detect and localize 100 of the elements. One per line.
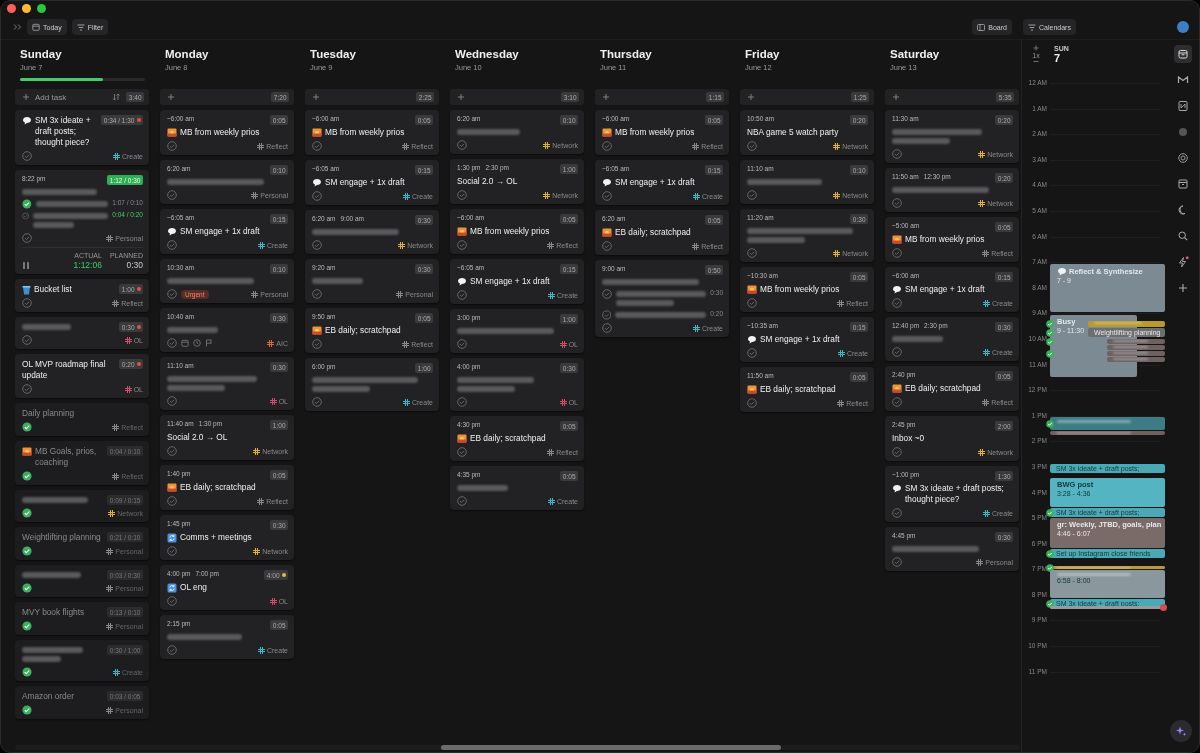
completed-check-icon[interactable] (22, 546, 32, 556)
check-circle-icon[interactable] (22, 211, 30, 221)
check-circle-icon[interactable] (892, 198, 902, 208)
check-circle-icon[interactable] (892, 508, 902, 518)
check-circle-icon[interactable] (602, 310, 612, 320)
check-circle-icon[interactable] (892, 149, 902, 159)
check-circle-icon[interactable] (602, 241, 612, 251)
calendar-event[interactable] (1107, 357, 1165, 362)
check-circle-icon[interactable] (312, 289, 322, 299)
filter-icon (76, 23, 85, 31)
minimize-button[interactable] (22, 3, 31, 13)
sunrise-icon (602, 128, 612, 137)
completed-check-icon[interactable] (1046, 328, 1054, 337)
task-title: MB from weekly prios (760, 284, 840, 295)
completed-check-icon[interactable] (1046, 349, 1054, 358)
check-circle-icon[interactable] (892, 347, 902, 357)
check-circle-icon[interactable] (312, 339, 322, 349)
check-circle-icon[interactable] (167, 190, 177, 200)
check-circle-icon[interactable] (167, 496, 177, 506)
check-circle-icon[interactable] (892, 298, 902, 308)
check-circle-icon[interactable] (22, 151, 32, 161)
avatar[interactable] (1177, 21, 1189, 33)
speech-bubble-icon (457, 277, 467, 286)
check-circle-icon[interactable] (457, 190, 467, 200)
check-circle-icon[interactable] (312, 141, 322, 151)
completed-check-icon[interactable] (22, 199, 32, 209)
calendar-event[interactable] (1107, 339, 1165, 344)
sunrise-icon (892, 384, 902, 393)
check-circle-icon[interactable] (167, 645, 177, 655)
check-circle-icon[interactable] (167, 240, 177, 250)
completed-check-icon[interactable] (1046, 599, 1054, 608)
completed-check-icon[interactable] (22, 667, 32, 677)
completed-check-icon[interactable] (1046, 419, 1054, 428)
check-circle-icon[interactable] (312, 240, 322, 250)
check-circle-icon[interactable] (167, 141, 177, 151)
completed-check-icon[interactable] (22, 471, 32, 481)
check-circle-icon[interactable] (602, 289, 612, 299)
check-circle-icon[interactable] (22, 335, 32, 345)
check-circle-icon[interactable] (602, 323, 612, 333)
sunrise-icon (602, 228, 612, 237)
completed-check-icon[interactable] (1046, 563, 1054, 572)
check-circle-icon[interactable] (312, 397, 322, 407)
clock-icon (193, 339, 201, 347)
check-circle-icon[interactable] (747, 298, 757, 308)
calendar-event[interactable] (1107, 351, 1165, 356)
check-circle-icon[interactable] (892, 447, 902, 457)
check-circle-icon[interactable] (457, 397, 467, 407)
assistant-button[interactable] (1170, 720, 1192, 742)
check-circle-icon[interactable] (602, 141, 612, 151)
check-circle-icon[interactable] (167, 546, 177, 556)
check-circle-icon[interactable] (747, 141, 757, 151)
completed-check-icon[interactable] (22, 705, 32, 715)
check-circle-icon[interactable] (22, 384, 32, 394)
check-circle-icon[interactable] (747, 348, 757, 358)
check-circle-icon[interactable] (602, 191, 612, 201)
calendar-event[interactable] (1107, 345, 1165, 350)
completed-check-icon[interactable] (1046, 508, 1054, 517)
task-title: MB from weekly prios (615, 127, 695, 138)
check-circle-icon[interactable] (457, 339, 467, 349)
check-circle-icon[interactable] (747, 190, 757, 200)
check-circle-icon[interactable] (892, 557, 902, 567)
task-title: Weightlifting planning (22, 532, 101, 543)
check-circle-icon[interactable] (747, 248, 757, 258)
completed-check-icon[interactable] (1046, 337, 1054, 346)
check-circle-icon[interactable] (22, 298, 32, 308)
completed-check-icon[interactable] (22, 621, 32, 631)
task-title: SM 3x ideate + draft posts; thought piece? (35, 115, 92, 148)
check-circle-icon[interactable] (167, 338, 177, 348)
check-circle-icon[interactable] (892, 248, 902, 258)
check-circle-icon[interactable] (747, 398, 757, 408)
zoom-button[interactable] (37, 3, 46, 13)
plus-icon (602, 93, 610, 101)
check-circle-icon[interactable] (312, 191, 322, 201)
check-circle-icon[interactable] (457, 140, 467, 150)
plus-icon (747, 93, 755, 101)
day-number: 7 (1054, 52, 1062, 64)
completed-check-icon[interactable] (1046, 320, 1054, 328)
close-button[interactable] (7, 3, 16, 13)
task-title: EB daily; scratchpad (905, 383, 981, 394)
check-circle-icon[interactable] (457, 496, 467, 506)
check-circle-icon[interactable] (457, 447, 467, 457)
check-circle-icon[interactable] (167, 596, 177, 606)
completed-check-icon[interactable] (22, 422, 32, 432)
check-circle-icon[interactable] (167, 289, 177, 299)
check-circle-icon[interactable] (892, 397, 902, 407)
task-title: Social 2.0 → OL (457, 176, 518, 187)
completed-check-icon[interactable] (22, 583, 32, 593)
sunrise-icon (167, 128, 177, 137)
task-title: EB daily; scratchpad (760, 384, 836, 395)
completed-check-icon[interactable] (22, 508, 32, 518)
check-circle-icon[interactable] (22, 233, 32, 243)
horizontal-scrollbar[interactable] (15, 745, 1020, 750)
check-circle-icon[interactable] (457, 240, 467, 250)
filter-icon (1028, 23, 1036, 31)
completed-check-icon[interactable] (1046, 549, 1054, 558)
check-circle-icon[interactable] (167, 396, 177, 406)
calendar-tab[interactable] (1174, 45, 1192, 63)
check-circle-icon[interactable] (167, 446, 177, 456)
check-circle-icon[interactable] (457, 290, 467, 300)
sunrise-icon (167, 483, 177, 492)
